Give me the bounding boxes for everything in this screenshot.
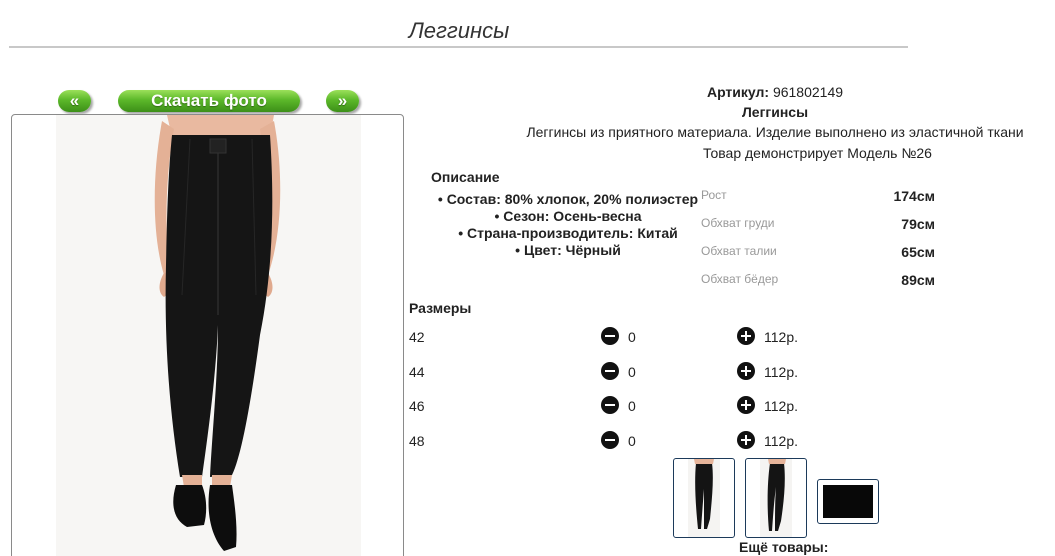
measurement-value: 65см: [901, 244, 935, 260]
decrease-quantity-button[interactable]: [601, 362, 619, 380]
quantity-value: 0: [628, 364, 636, 380]
measurement-label: Обхват груди: [701, 216, 775, 230]
product-photo: [11, 114, 404, 556]
title-divider: [9, 46, 908, 48]
increase-quantity-button[interactable]: [737, 327, 755, 345]
decrease-quantity-button[interactable]: [601, 396, 619, 414]
color-swatch: [823, 485, 873, 518]
product-description: Леггинсы из приятного материала. Изделие…: [526, 124, 1024, 140]
thumbnail-side-image: [760, 459, 792, 537]
size-price: 112р.: [764, 433, 798, 449]
detail-item: Страна-производитель: Китай: [428, 225, 708, 242]
sizes-heading: Размеры: [409, 300, 472, 316]
measurement-label: Рост: [701, 188, 727, 202]
quantity-value: 0: [628, 398, 636, 414]
size-label: 42: [409, 329, 425, 345]
quantity-value: 0: [628, 433, 636, 449]
measurement-label: Обхват бёдер: [701, 272, 779, 286]
details-heading: Описание: [431, 169, 500, 185]
quantity-value: 0: [628, 329, 636, 345]
article-label: Артикул:: [706, 84, 770, 100]
page-title: Леггинсы: [408, 18, 510, 43]
article-value: 961802149: [772, 84, 844, 100]
detail-item: Цвет: Чёрный: [428, 242, 708, 259]
increase-quantity-button[interactable]: [737, 396, 755, 414]
more-products-heading: Ещё товары:: [739, 539, 829, 555]
next-photo-button[interactable]: »: [326, 90, 359, 112]
product-name: Леггинсы: [741, 104, 809, 120]
thumbnail-side-view[interactable]: [745, 458, 807, 538]
increase-quantity-button[interactable]: [737, 431, 755, 449]
measurement-value: 89см: [901, 272, 935, 288]
download-photo-button[interactable]: Скачать фото: [118, 90, 300, 112]
size-price: 112р.: [764, 364, 798, 380]
measurement-label: Обхват талии: [701, 244, 777, 258]
measurement-value: 174см: [893, 188, 935, 204]
size-label: 44: [409, 364, 425, 380]
size-price: 112р.: [764, 398, 798, 414]
thumbnail-color-swatch[interactable]: [817, 479, 879, 524]
prev-photo-button[interactable]: «: [58, 90, 91, 112]
model-illustration: [154, 115, 281, 551]
size-price: 112р.: [764, 329, 798, 345]
detail-item: Сезон: Осень-весна: [428, 208, 708, 225]
details-list: Состав: 80% хлопок, 20% полиэстер Сезон:…: [428, 191, 708, 259]
thumbnail-front-view[interactable]: [673, 458, 735, 538]
model-note: Товар демонстрирует Модель №26: [703, 145, 932, 161]
detail-item: Состав: 80% хлопок, 20% полиэстер: [428, 191, 708, 208]
decrease-quantity-button[interactable]: [601, 431, 619, 449]
size-label: 46: [409, 398, 425, 414]
size-label: 48: [409, 433, 425, 449]
increase-quantity-button[interactable]: [737, 362, 755, 380]
decrease-quantity-button[interactable]: [601, 327, 619, 345]
measurement-value: 79см: [901, 216, 935, 232]
thumbnail-front-image: [688, 459, 720, 537]
article-number: Артикул: 961802149: [600, 84, 950, 100]
